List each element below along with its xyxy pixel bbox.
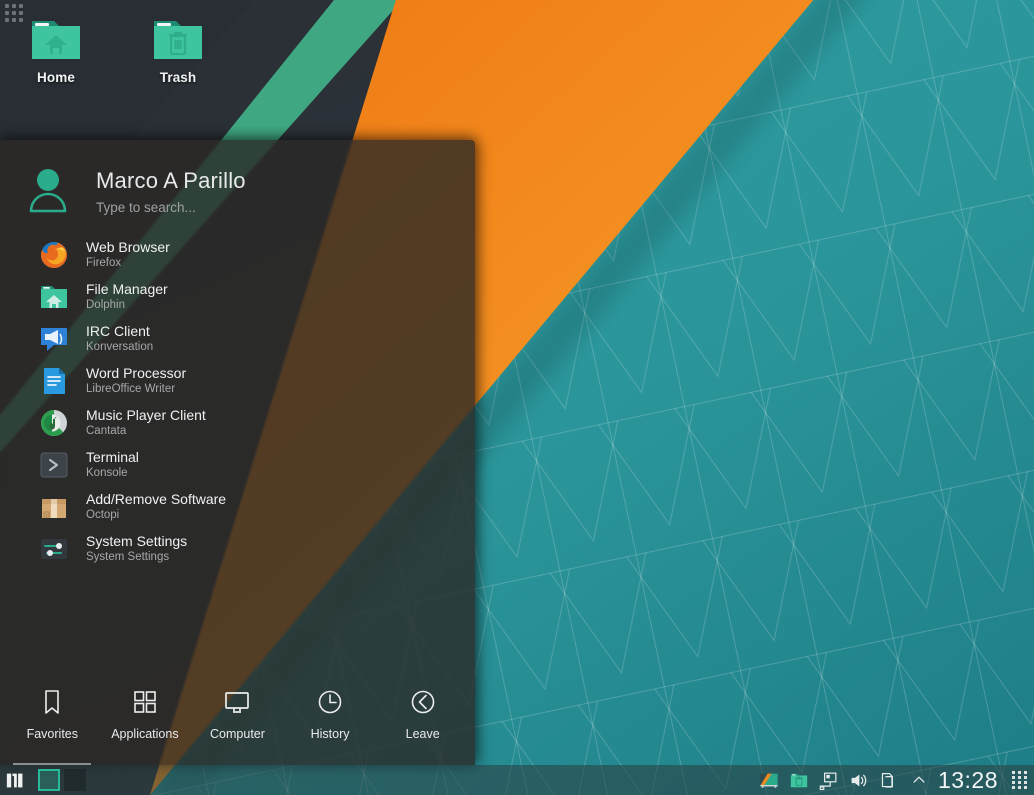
list-item-add-remove-software[interactable]: Add/Remove Software Octopi xyxy=(0,486,475,528)
bookmark-icon xyxy=(37,687,67,717)
chevron-up-icon[interactable] xyxy=(904,765,934,795)
home-folder-icon xyxy=(28,14,84,62)
dot xyxy=(1024,776,1027,779)
tab-label: Leave xyxy=(405,727,440,741)
desktop-icon-home[interactable]: Home xyxy=(6,14,106,85)
search-input[interactable] xyxy=(96,199,396,215)
list-item-subtitle: LibreOffice Writer xyxy=(86,383,176,396)
trash-icon[interactable] xyxy=(784,765,814,795)
list-item-web-browser[interactable]: Web Browser Firefox xyxy=(0,234,475,276)
firefox-icon xyxy=(38,239,70,271)
list-item-word-processor[interactable]: Word Processor LibreOffice Writer xyxy=(0,360,475,402)
display-configuration-icon[interactable] xyxy=(754,765,784,795)
list-item-title: Terminal xyxy=(86,448,139,465)
dot xyxy=(1012,781,1015,784)
clipboard-icon[interactable] xyxy=(874,765,904,795)
tab-label: Applications xyxy=(111,727,179,741)
clock-icon xyxy=(315,687,345,717)
tab-label: Favorites xyxy=(26,727,78,741)
launcher-header: Marco A Parillo xyxy=(0,140,475,222)
manjaro-logo-icon[interactable] xyxy=(0,765,30,795)
favorites-list: Web Browser Firefox File Manager Dolphin… xyxy=(0,222,475,653)
dot xyxy=(1018,776,1021,779)
list-item-terminal[interactable]: Terminal Konsole xyxy=(0,444,475,486)
desktop-icon-grid: Home Trash xyxy=(6,14,228,85)
libreoffice-writer-icon xyxy=(38,365,70,397)
tab-favorites[interactable]: Favorites xyxy=(6,687,99,765)
pager-desktop-2[interactable] xyxy=(64,769,86,791)
grid-squares-icon xyxy=(130,687,160,717)
system-settings-icon xyxy=(38,533,70,565)
dot xyxy=(1012,786,1015,789)
dot xyxy=(1018,786,1021,789)
desktop-icon-label: Home xyxy=(37,70,75,85)
list-item-subtitle: Firefox xyxy=(86,257,122,270)
application-launcher[interactable]: Marco A Parillo Web Browser Firefox xyxy=(0,140,475,765)
network-icon[interactable] xyxy=(814,765,844,795)
grid-dot xyxy=(5,4,9,8)
leave-arrow-icon xyxy=(408,687,438,717)
list-item-subtitle: Cantata xyxy=(86,425,127,438)
dot xyxy=(1018,781,1021,784)
list-item-subtitle: Octopi xyxy=(86,509,120,522)
list-item-title: Music Player Client xyxy=(86,406,206,423)
grid-dot xyxy=(19,4,23,8)
list-item-title: System Settings xyxy=(86,532,188,549)
dot xyxy=(1012,776,1015,779)
tab-label: Computer xyxy=(210,727,265,741)
monitor-icon xyxy=(222,687,252,717)
list-item-title: IRC Client xyxy=(86,322,150,339)
list-item-subtitle: Konversation xyxy=(86,341,154,354)
grid-dot xyxy=(12,4,16,8)
dolphin-folder-icon xyxy=(38,281,70,313)
list-item-subtitle: System Settings xyxy=(86,551,170,564)
desktop-icon-label: Trash xyxy=(159,70,197,85)
list-item-subtitle: Konsole xyxy=(86,467,128,480)
launcher-tab-bar: Favorites Applications Computer History … xyxy=(0,653,475,765)
desktop-icon-trash[interactable]: Trash xyxy=(128,14,228,85)
list-item-subtitle: Dolphin xyxy=(86,299,125,312)
cantata-icon xyxy=(38,407,70,439)
panel-left-section xyxy=(0,765,86,795)
dot xyxy=(1018,771,1021,774)
pager-desktop-1[interactable] xyxy=(38,769,60,791)
system-tray: 13:28 xyxy=(754,765,1034,795)
dot xyxy=(1024,786,1027,789)
show-desktop-dots-icon[interactable] xyxy=(1008,765,1032,795)
user-avatar-icon[interactable] xyxy=(20,163,76,219)
tab-applications[interactable]: Applications xyxy=(99,687,192,751)
list-item-irc-client[interactable]: IRC Client Konversation xyxy=(0,318,475,360)
dot xyxy=(1024,771,1027,774)
task-manager-area[interactable] xyxy=(86,765,754,795)
list-item-title: Web Browser xyxy=(86,238,170,255)
user-name-label: Marco A Parillo xyxy=(96,167,246,193)
list-item-title: Word Processor xyxy=(86,364,187,381)
konversation-icon xyxy=(38,323,70,355)
desktop[interactable]: Home Trash Marco A Parillo Type to searc… xyxy=(0,0,1034,795)
list-item-title: File Manager xyxy=(86,280,168,297)
trash-folder-icon xyxy=(150,14,206,62)
list-item-file-manager[interactable]: File Manager Dolphin xyxy=(0,276,475,318)
tab-label: History xyxy=(310,727,350,741)
konsole-icon xyxy=(38,449,70,481)
tab-leave[interactable]: Leave xyxy=(376,687,469,751)
dot xyxy=(1024,781,1027,784)
taskbar-panel: 13:28 xyxy=(0,765,1034,795)
dot xyxy=(1012,771,1015,774)
tab-computer[interactable]: Computer xyxy=(191,687,284,751)
tab-history[interactable]: History xyxy=(284,687,377,751)
list-item-title: Add/Remove Software xyxy=(86,490,227,507)
list-item-system-settings[interactable]: System Settings System Settings xyxy=(0,528,475,570)
list-item-music-player[interactable]: Music Player Client Cantata xyxy=(0,402,475,444)
pager-widget[interactable] xyxy=(38,765,86,795)
octopi-package-icon xyxy=(38,491,70,523)
digital-clock[interactable]: 13:28 xyxy=(934,767,1008,794)
volume-icon[interactable] xyxy=(844,765,874,795)
